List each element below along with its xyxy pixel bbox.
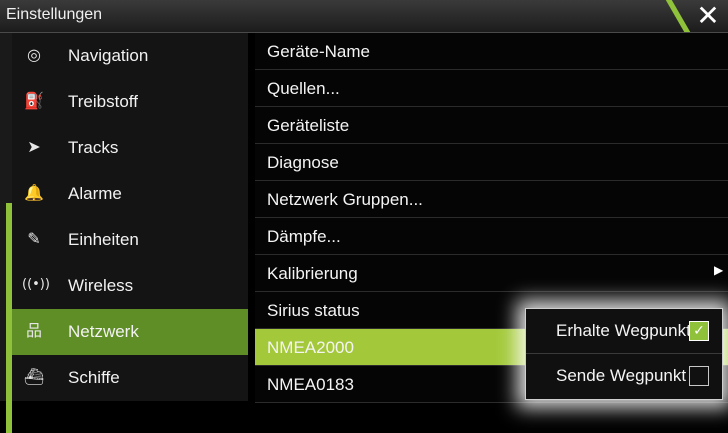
sidebar-item-tracks[interactable]: ➤ Tracks <box>12 125 248 171</box>
list-item-label: Geräteliste <box>267 116 350 135</box>
nmea2000-popup-menu: Erhalte Wegpunkt ✓ Sende Wegpunkt <box>525 308 723 400</box>
receive-waypoint-checkbox[interactable]: ✓ <box>689 321 709 341</box>
list-item[interactable]: Geräteliste <box>255 107 728 144</box>
sidebar-item-label: Einheiten <box>68 230 139 249</box>
list-item-label: Dämpfe... <box>267 227 341 246</box>
sidebar-item-label: Wireless <box>68 276 134 295</box>
sidebar-item-units[interactable]: ✎ Einheiten <box>12 217 248 263</box>
sidebar-item-label: Alarme <box>68 184 122 203</box>
sidebar-item-alarms[interactable]: 🔔 Alarme <box>12 171 248 217</box>
sidebar-item-network[interactable]: 品 Netzwerk <box>12 309 248 355</box>
sidebar-item-wireless[interactable]: ((•)) Wireless <box>12 263 248 309</box>
bell-icon: 🔔 <box>24 183 44 202</box>
ruler-icon: ✎ <box>27 229 41 248</box>
sidebar-item-label: Treibstoff <box>68 92 138 111</box>
list-item-label: Sirius status <box>267 301 360 320</box>
option-label: Sende Wegpunkt <box>556 366 687 385</box>
list-item-label: NMEA0183 <box>267 375 354 394</box>
sidebar-item-vessels[interactable]: ⛴ Schiffe <box>12 355 248 401</box>
title-bar: Einstellungen ✕ <box>0 0 728 33</box>
wireless-icon: ((•)) <box>22 277 50 292</box>
receive-waypoint-option[interactable]: Erhalte Wegpunkt ✓ <box>526 309 722 353</box>
sidebar-item-label: Navigation <box>68 46 149 65</box>
network-icon: 品 <box>25 321 42 340</box>
list-item[interactable]: Geräte-Name <box>255 33 728 70</box>
sidebar-item-label: Netzwerk <box>68 322 139 341</box>
vessels-icon: ⛴ <box>23 367 45 386</box>
list-item-label: Quellen... <box>267 79 340 98</box>
list-item[interactable]: Netzwerk Gruppen... <box>255 181 728 218</box>
sidebar-item-fuel[interactable]: ⛽ Treibstoff <box>12 79 248 125</box>
window-title: Einstellungen <box>6 6 103 23</box>
list-item-label: Diagnose <box>267 153 339 172</box>
tracks-icon: ➤ <box>27 137 41 156</box>
send-waypoint-option[interactable]: Sende Wegpunkt <box>526 354 722 398</box>
sidebar-item-navigation[interactable]: ◎ Navigation <box>12 33 248 79</box>
sidebar: ◎ Navigation ⛽ Treibstoff ➤ Tracks 🔔 Ala… <box>0 33 248 433</box>
list-item[interactable]: Quellen... <box>255 70 728 107</box>
option-label: Erhalte Wegpunkt <box>556 321 691 340</box>
list-item-label: NMEA2000 <box>267 338 354 357</box>
list-item-label: Geräte-Name <box>267 42 370 61</box>
list-item[interactable]: Dämpfe... <box>255 218 728 255</box>
chevron-right-icon: ▶ <box>714 263 724 277</box>
fuel-icon: ⛽ <box>24 91 44 110</box>
list-item-label: Kalibrierung <box>267 264 358 283</box>
list-item-label: Netzwerk Gruppen... <box>267 190 423 209</box>
list-item[interactable]: Diagnose <box>255 144 728 181</box>
sidebar-item-label: Tracks <box>68 138 119 157</box>
compass-icon: ◎ <box>27 45 41 64</box>
list-item[interactable]: Kalibrierung ▶ <box>255 255 728 292</box>
accent-slash <box>665 0 691 32</box>
sidebar-item-label: Schiffe <box>68 368 120 387</box>
close-icon[interactable]: ✕ <box>690 1 726 31</box>
send-waypoint-checkbox[interactable] <box>689 366 709 386</box>
